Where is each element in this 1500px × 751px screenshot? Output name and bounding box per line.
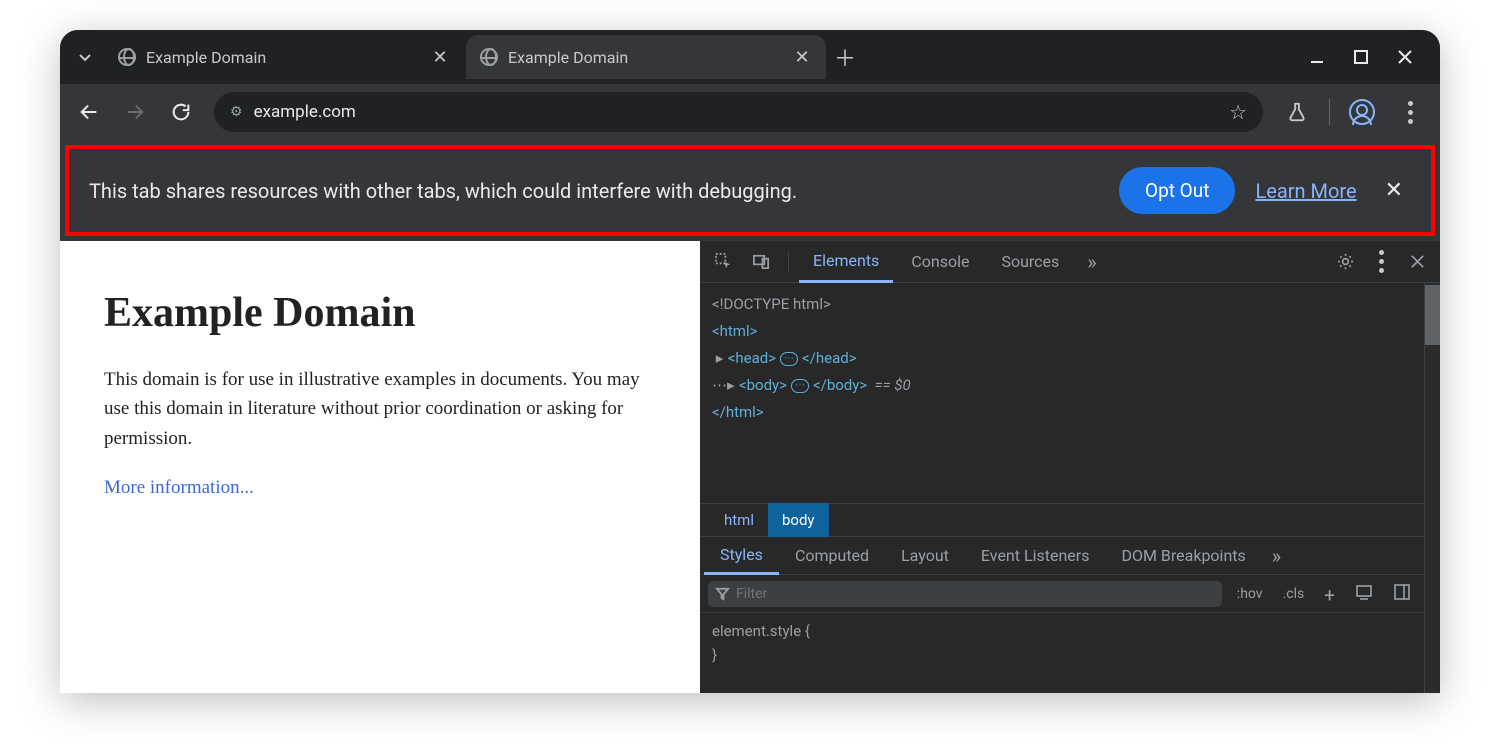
dom-head-close: </head> [802, 349, 857, 367]
dom-body-open: <body> [739, 376, 787, 394]
ellipsis-badge-icon[interactable]: ⋯ [780, 352, 798, 366]
selected-line-dots: ⋯ [712, 376, 727, 394]
profile-button[interactable] [1342, 92, 1382, 132]
devtools-close-icon[interactable] [1400, 245, 1434, 279]
bookmark-star-icon[interactable]: ☆ [1229, 100, 1247, 124]
site-settings-icon[interactable]: ⚙ [230, 104, 242, 120]
back-button[interactable] [70, 93, 108, 131]
reload-button[interactable] [162, 93, 200, 131]
dom-html-open: <html> [712, 322, 757, 340]
styles-tabbar: Styles Computed Layout Event Listeners D… [700, 537, 1424, 575]
dom-doctype: <!DOCTYPE html> [712, 295, 831, 313]
globe-icon [118, 48, 136, 66]
devtools-kebab-icon[interactable] [1364, 245, 1398, 279]
subtab-layout[interactable]: Layout [885, 537, 965, 575]
expand-arrow-icon[interactable]: ▸ [716, 345, 728, 372]
devtools-panel: Elements Console Sources » <!DOCTYPE htm… [700, 241, 1440, 693]
panel-layout-icon[interactable] [1388, 583, 1416, 605]
kebab-icon [1408, 101, 1413, 124]
page-viewport: Example Domain This domain is for use in… [60, 241, 700, 693]
labs-icon[interactable] [1277, 92, 1317, 132]
devtools-tab-console[interactable]: Console [897, 241, 983, 283]
tab-inactive[interactable]: Example Domain ✕ [104, 35, 464, 79]
scrollbar-thumb[interactable] [1425, 285, 1440, 345]
new-style-rule-button[interactable]: + [1319, 584, 1340, 607]
tab-close-button[interactable]: ✕ [430, 47, 450, 67]
device-toolbar-icon[interactable] [744, 245, 778, 279]
selected-marker: == $0 [875, 376, 911, 394]
infobar: This tab shares resources with other tab… [65, 145, 1435, 236]
subtab-event-listeners[interactable]: Event Listeners [965, 537, 1106, 575]
css-line: } [712, 643, 1412, 667]
breadcrumb-item[interactable]: body [768, 503, 829, 537]
window-controls [1308, 48, 1432, 66]
page-link[interactable]: More information... [104, 477, 254, 498]
devtools-scrollbar[interactable] [1424, 283, 1440, 693]
filter-icon [715, 586, 730, 601]
subtab-styles[interactable]: Styles [704, 537, 779, 575]
page-heading: Example Domain [104, 289, 656, 337]
breadcrumb-bar: html body [700, 503, 1424, 537]
infobar-message: This tab shares resources with other tab… [89, 179, 1099, 203]
infobar-close-button[interactable]: ✕ [1377, 178, 1411, 203]
globe-icon [480, 48, 498, 66]
dom-html-close: </html> [712, 403, 764, 421]
browser-window: Example Domain ✕ Example Domain ✕ ＋ ⚙ ex… [60, 30, 1440, 693]
tab-active[interactable]: Example Domain ✕ [466, 35, 826, 79]
minimize-button[interactable] [1308, 48, 1326, 66]
tab-title: Example Domain [146, 48, 420, 67]
devtools-settings-icon[interactable] [1328, 245, 1362, 279]
cls-button[interactable]: .cls [1278, 586, 1310, 602]
tab-close-button[interactable]: ✕ [792, 47, 812, 67]
devtools-tabbar: Elements Console Sources » [700, 241, 1440, 283]
tab-title: Example Domain [508, 48, 782, 67]
styles-filter-input[interactable] [708, 581, 1222, 607]
styles-filter-bar: :hov .cls + [700, 575, 1424, 613]
inspect-element-icon[interactable] [706, 245, 740, 279]
devtools-tab-elements[interactable]: Elements [799, 241, 893, 283]
close-button[interactable] [1396, 48, 1414, 66]
devtools-more-tabs[interactable]: » [1077, 250, 1106, 274]
devtools-separator [788, 251, 789, 273]
new-tab-button[interactable]: ＋ [828, 40, 862, 74]
maximize-button[interactable] [1352, 48, 1370, 66]
dom-tree[interactable]: <!DOCTYPE html> <html> ▸<head>⋯</head> ⋯… [700, 283, 1424, 503]
address-bar[interactable]: ⚙ example.com ☆ [214, 92, 1263, 132]
ellipsis-badge-icon[interactable]: ⋯ [791, 379, 809, 393]
toolbar: ⚙ example.com ☆ [60, 84, 1440, 140]
tab-strip: Example Domain ✕ Example Domain ✕ ＋ [60, 30, 1440, 84]
subtab-computed[interactable]: Computed [779, 537, 885, 575]
toolbar-divider [1329, 99, 1330, 125]
styles-pane[interactable]: element.style { } [700, 613, 1424, 673]
dom-head-open: <head> [728, 349, 776, 367]
profile-icon [1349, 99, 1375, 125]
tabs-dropdown-button[interactable] [68, 40, 102, 74]
content-area: Example Domain This domain is for use in… [60, 241, 1440, 693]
subtab-dom-breakpoints[interactable]: DOM Breakpoints [1105, 537, 1261, 575]
infobar-container: This tab shares resources with other tab… [60, 140, 1440, 241]
learn-more-link[interactable]: Learn More [1255, 179, 1356, 203]
forward-button[interactable] [116, 93, 154, 131]
dom-body-close: </body> [813, 376, 867, 394]
hov-button[interactable]: :hov [1232, 586, 1268, 602]
url-text: example.com [254, 102, 356, 122]
computed-toggle-icon[interactable] [1350, 583, 1378, 605]
page-paragraph: This domain is for use in illustrative e… [104, 365, 656, 453]
css-line: element.style { [712, 619, 1412, 643]
subtabs-more[interactable]: » [1262, 544, 1291, 568]
devtools-tab-sources[interactable]: Sources [987, 241, 1073, 283]
chrome-menu-button[interactable] [1390, 92, 1430, 132]
breadcrumb-item[interactable]: html [710, 503, 768, 537]
opt-out-button[interactable]: Opt Out [1119, 167, 1235, 214]
expand-arrow-icon[interactable]: ▸ [727, 372, 739, 399]
